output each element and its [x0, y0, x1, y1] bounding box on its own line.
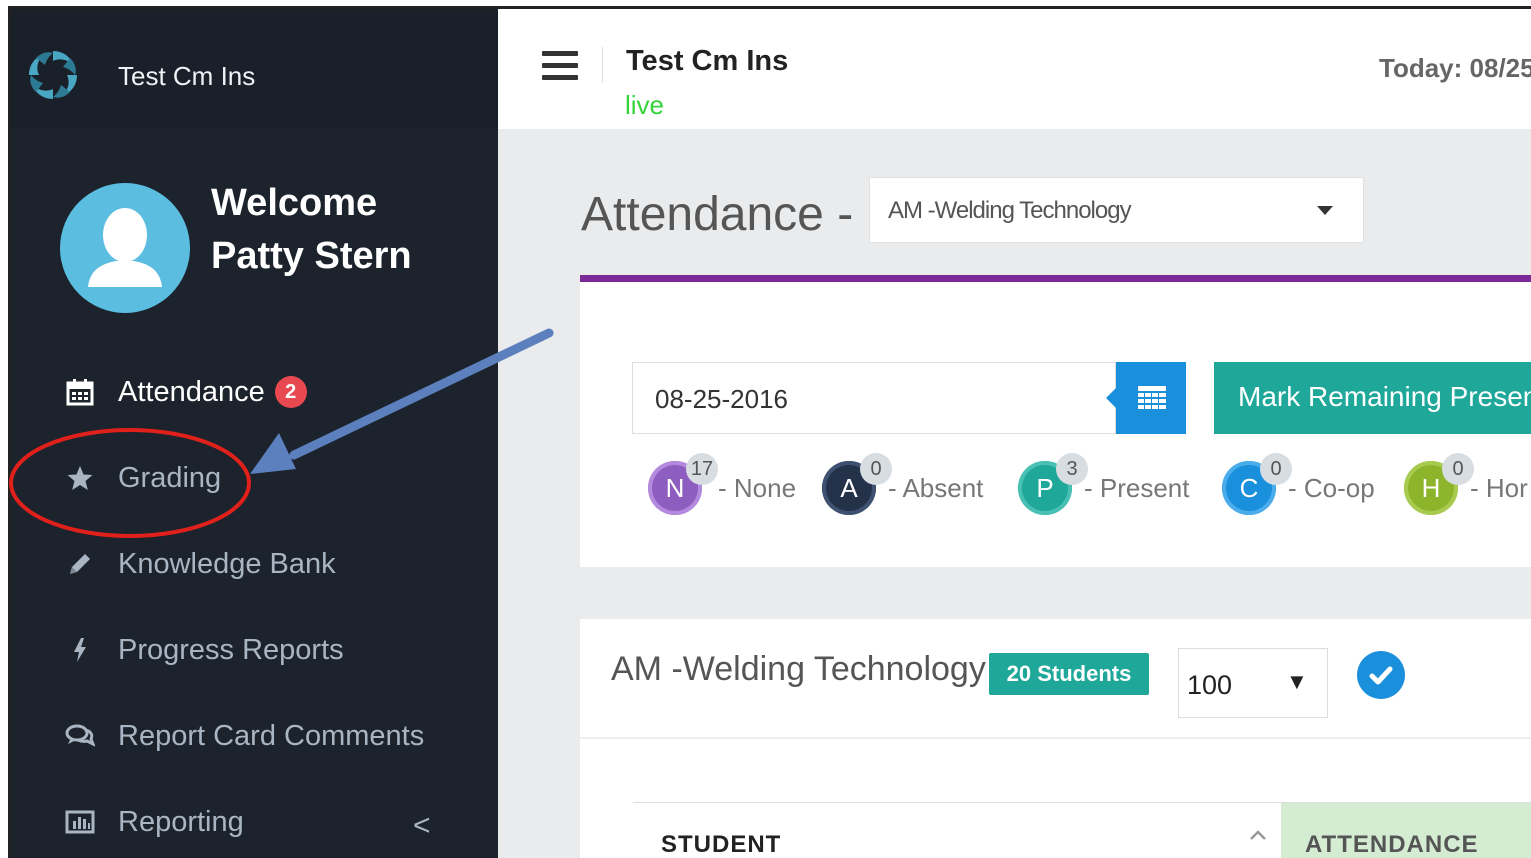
status-count-badge: 3 — [1056, 453, 1088, 485]
divider — [602, 47, 603, 83]
divider — [580, 737, 1531, 739]
attendance-count-badge: 2 — [274, 376, 307, 408]
status-label: - None — [718, 472, 797, 503]
sidebar-item-report-card-comments[interactable]: Report Card Comments — [63, 711, 424, 761]
status-circle: N 17 — [648, 453, 718, 515]
sidebar: Test Cm Ins Welcome Patty Stern Attendan… — [11, 9, 498, 858]
status-circle: A 0 — [822, 453, 892, 515]
table-header: STUDENT ATTENDANCE — [633, 802, 1531, 858]
sidebar-item-attendance[interactable]: Attendance 2 — [63, 367, 307, 417]
status-label: - Absent — [888, 472, 984, 503]
check-circle-icon[interactable] — [1357, 651, 1405, 699]
column-header-student[interactable]: STUDENT — [661, 831, 781, 858]
status-letter: C — [1239, 472, 1259, 503]
status-count-badge: 0 — [1260, 453, 1292, 485]
class-title: AM -Welding Technology — [611, 650, 986, 688]
brand-bar: Test Cm Ins — [11, 9, 498, 129]
logo-icon — [29, 51, 77, 99]
sort-up-icon[interactable] — [1249, 829, 1267, 841]
class-roster-panel: AM -Welding Technology 20 Students 100 ▼… — [580, 619, 1531, 858]
legend-item-absent[interactable]: A 0 - Absent — [822, 453, 984, 516]
pencil-icon — [63, 549, 97, 579]
sidebar-item-label: Report Card Comments — [118, 719, 425, 752]
sidebar-item-knowledge-bank[interactable]: Knowledge Bank — [63, 539, 336, 589]
status-letter: H — [1421, 472, 1441, 503]
sidebar-item-progress-reports[interactable]: Progress Reports — [63, 625, 344, 675]
status-circle: H 0 — [1404, 453, 1474, 515]
dropdown-arrow-icon: ▼ — [1286, 669, 1308, 694]
status-letter: N — [665, 472, 685, 503]
legend-item-home[interactable]: H 0 - Hor — [1404, 453, 1528, 516]
legend-item-present[interactable]: P 3 - Present — [1018, 453, 1190, 516]
status-circle: P 3 — [1018, 453, 1088, 515]
welcome-greeting: Welcome — [211, 182, 378, 224]
class-select[interactable]: AM -Welding Technology — [869, 177, 1364, 243]
page-size-value: 100 — [1187, 670, 1233, 700]
bolt-icon — [63, 635, 97, 665]
today-date: Today: 08/25 — [1379, 53, 1531, 83]
welcome-user-name: Patty Stern — [211, 235, 412, 277]
page-title: Attendance - — [581, 188, 854, 241]
students-count-badge: 20 Students — [989, 653, 1149, 695]
institution-title: Test Cm Ins — [626, 45, 789, 77]
sidebar-item-label: Reporting — [118, 805, 244, 838]
status-text: live — [625, 90, 665, 120]
calendar-icon — [63, 377, 97, 407]
column-header-label: ATTENDANCE — [1305, 831, 1479, 858]
status-letter: A — [840, 472, 858, 503]
calendar-grid-icon — [1138, 386, 1166, 409]
status-count-badge: 0 — [860, 453, 892, 485]
page-size-select[interactable]: 100 ▼ — [1178, 648, 1328, 718]
sidebar-item-label: Progress Reports — [118, 633, 344, 666]
sidebar-item-grading[interactable]: Grading — [63, 453, 221, 503]
date-value: 08-25-2016 — [655, 384, 788, 414]
attendance-controls-panel: 08-25-2016 Mark Remaining Present N 17 -… — [580, 275, 1531, 567]
menu-toggle-icon[interactable] — [542, 51, 578, 83]
column-header-attendance[interactable]: ATTENDANCE — [1281, 803, 1531, 858]
sidebar-item-label: Grading — [118, 461, 222, 494]
class-select-value: AM -Welding Technology — [888, 197, 1132, 224]
status-label: - Co-op — [1288, 472, 1375, 503]
calendar-button[interactable] — [1106, 362, 1186, 434]
status-count-badge: 0 — [1442, 453, 1474, 485]
chevron-left-icon[interactable]: < — [413, 809, 431, 843]
status-circle: C 0 — [1222, 453, 1292, 515]
welcome-text: Welcome Patty Stern — [211, 177, 412, 283]
star-icon — [63, 463, 97, 493]
brand-name: Test Cm Ins — [118, 61, 256, 91]
bar-chart-icon — [63, 807, 97, 837]
status-count-badge: 17 — [686, 453, 718, 485]
user-icon — [88, 208, 162, 287]
top-bar: Test Cm Ins live Today: 08/25 — [498, 9, 1531, 129]
status-letter: P — [1036, 472, 1054, 503]
app-window: Test Cm Ins Welcome Patty Stern Attendan… — [8, 6, 1531, 858]
caret-down-icon — [1317, 206, 1333, 215]
sidebar-item-label: Knowledge Bank — [118, 547, 336, 580]
comments-icon — [63, 721, 97, 751]
legend-item-none[interactable]: N 17 - None — [648, 453, 797, 516]
avatar — [60, 183, 190, 313]
date-input[interactable]: 08-25-2016 — [632, 362, 1116, 434]
legend-item-coop[interactable]: C 0 - Co-op — [1222, 453, 1375, 516]
status-label: - Hor — [1470, 472, 1528, 503]
status-label: - Present — [1084, 472, 1190, 503]
mark-remaining-present-button[interactable]: Mark Remaining Present — [1214, 362, 1531, 434]
sidebar-item-reporting[interactable]: Reporting — [63, 797, 244, 847]
sidebar-item-label: Attendance — [118, 375, 265, 408]
